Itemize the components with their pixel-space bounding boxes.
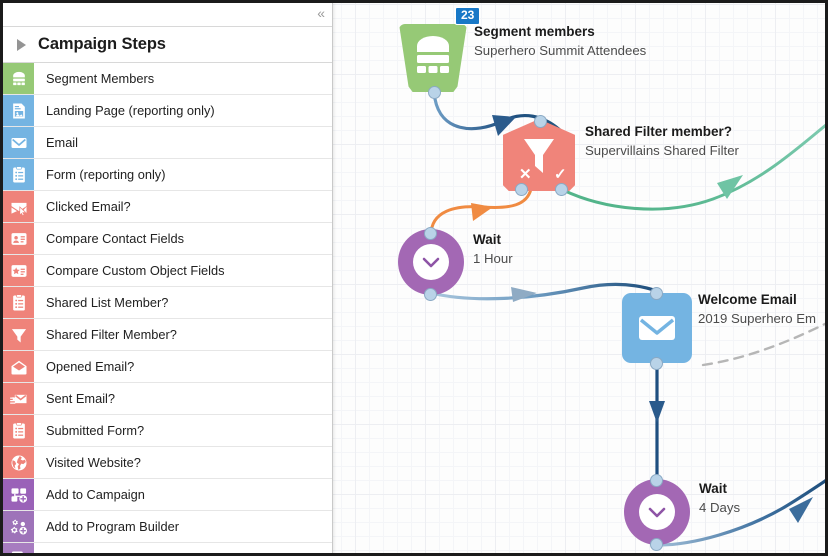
segment-count-badge: 23 — [455, 7, 481, 25]
campaign-designer-window: 23 Segment members Superhero Summit Atte… — [0, 0, 828, 556]
campaign-step-list: Segment Members Landing Page (reporting o… — [3, 63, 332, 553]
sidebar-item-label: Add to Shared List — [34, 551, 151, 553]
welcome-email-node-title: Welcome Email — [698, 292, 797, 307]
sidebar-item-label: Opened Email? — [46, 359, 135, 374]
wait1-node-inner — [413, 244, 449, 280]
wait1-node-title: Wait — [473, 232, 501, 247]
node-wait-4-days[interactable] — [624, 479, 690, 545]
sidebar-item-label: Compare Contact Fields — [46, 231, 184, 246]
sidebar-item-label: Landing Page (reporting only) — [46, 103, 215, 118]
sidebar-item-label: Visited Website? — [46, 455, 141, 470]
filter-no-port[interactable] — [515, 183, 528, 196]
sidebar-item-form-reporting-only[interactable]: Form (reporting only) — [3, 159, 332, 191]
sidebar-item-label: Submitted Form? — [46, 423, 145, 438]
welcome-email-output-port[interactable] — [650, 357, 663, 370]
clock-icon — [648, 507, 666, 518]
compare-custom-object-icon — [3, 255, 34, 286]
sidebar-item-label: Clicked Email? — [46, 199, 131, 214]
welcome-email-input-port[interactable] — [650, 287, 663, 300]
segment-icon — [3, 63, 34, 94]
sidebar-topbar: « — [3, 3, 332, 27]
clicked-email-icon — [3, 191, 34, 222]
sidebar-item-shared-list-member[interactable]: Shared List Member? — [3, 287, 332, 319]
sidebar-item-email[interactable]: Email — [3, 127, 332, 159]
sidebar-item-label: Form (reporting only) — [46, 167, 166, 182]
segment-icon — [417, 36, 449, 73]
welcome-email-node-label: Welcome Email 2019 Superhero Em — [698, 291, 816, 328]
wait1-node-label: Wait 1 Hour — [473, 231, 513, 268]
segment-node-shape[interactable] — [399, 24, 467, 92]
sidebar-item-sent-email[interactable]: Sent Email? — [3, 383, 332, 415]
wait2-output-port[interactable] — [650, 538, 663, 551]
campaign-steps-sidebar: « Campaign Steps Segment Members Landing … — [3, 3, 333, 553]
sidebar-item-visited-website[interactable]: Visited Website? — [3, 447, 332, 479]
sidebar-item-submitted-form[interactable]: Submitted Form? — [3, 415, 332, 447]
wait2-node-label: Wait 4 Days — [699, 480, 740, 517]
wait2-input-port[interactable] — [650, 474, 663, 487]
sidebar-item-compare-custom-object-fields[interactable]: Compare Custom Object Fields — [3, 255, 332, 287]
segment-node-subtitle: Superhero Summit Attendees — [474, 43, 647, 58]
sidebar-item-label: Shared Filter Member? — [46, 327, 177, 342]
node-segment-members[interactable] — [399, 24, 467, 92]
wait1-input-port[interactable] — [424, 227, 437, 240]
sidebar-item-label: Email — [46, 135, 78, 150]
add-to-program-icon — [3, 511, 34, 542]
sidebar-item-label: Add to Program Builder — [46, 519, 180, 534]
sidebar-item-label: Sent Email? — [46, 391, 115, 406]
globe-icon — [3, 447, 34, 478]
shared-filter-node-label: Shared Filter member? Supervillains Shar… — [585, 123, 739, 160]
filter-no-mark: ✕ — [519, 166, 532, 183]
compare-contact-icon — [3, 223, 34, 254]
welcome-email-node-shape[interactable] — [622, 293, 692, 363]
shared-list-icon — [3, 287, 34, 318]
email-icon — [3, 127, 34, 158]
node-shared-filter[interactable]: ✕ ✓ — [503, 119, 575, 191]
sidebar-item-add-to-shared-list[interactable]: Add to Shared List — [3, 543, 332, 553]
page-title: Campaign Steps — [38, 35, 166, 53]
sidebar-item-segment-members[interactable]: Segment Members — [3, 63, 332, 95]
sidebar-item-add-to-program-builder[interactable]: Add to Program Builder — [3, 511, 332, 543]
node-welcome-email[interactable] — [622, 293, 692, 363]
sidebar-item-shared-filter-member[interactable]: Shared Filter Member? — [3, 319, 332, 351]
sidebar-item-add-to-campaign[interactable]: Add to Campaign — [3, 479, 332, 511]
email-icon — [639, 316, 675, 340]
sidebar-item-compare-contact-fields[interactable]: Compare Contact Fields — [3, 223, 332, 255]
clock-icon — [422, 257, 440, 268]
shared-filter-node-subtitle: Supervillains Shared Filter — [585, 143, 739, 158]
filter-yes-mark: ✓ — [554, 166, 567, 183]
wait2-node-shape[interactable] — [624, 479, 690, 545]
wait2-node-subtitle: 4 Days — [699, 500, 741, 515]
sidebar-item-clicked-email[interactable]: Clicked Email? — [3, 191, 332, 223]
sidebar-item-label: Compare Custom Object Fields — [46, 263, 225, 278]
wait1-node-subtitle: 1 Hour — [473, 251, 513, 266]
segment-node-title: Segment members — [474, 24, 595, 39]
sidebar-item-landing-page-reporting-only[interactable]: Landing Page (reporting only) — [3, 95, 332, 127]
campaign-steps-header[interactable]: Campaign Steps — [3, 27, 332, 63]
sidebar-item-label: Add to Campaign — [46, 487, 145, 502]
filter-input-port[interactable] — [534, 115, 547, 128]
wait2-node-inner — [639, 494, 675, 530]
filter-yes-port[interactable] — [555, 183, 568, 196]
sidebar-item-label: Segment Members — [46, 71, 155, 86]
filter-icon — [3, 319, 34, 350]
add-to-campaign-icon — [3, 479, 34, 510]
shared-filter-node-title: Shared Filter member? — [585, 124, 733, 139]
welcome-email-node-subtitle: 2019 Superhero Em — [698, 311, 817, 326]
segment-output-port[interactable] — [428, 86, 441, 99]
form-icon — [3, 159, 34, 190]
expand-triangle-icon[interactable] — [17, 38, 26, 51]
landing-page-icon — [3, 95, 34, 126]
collapse-panel-icon[interactable]: « — [317, 5, 325, 21]
sent-email-icon — [3, 383, 34, 414]
wait2-node-title: Wait — [699, 481, 727, 496]
segment-node-label: Segment members Superhero Summit Attende… — [474, 23, 646, 60]
sidebar-item-label: Shared List Member? — [46, 295, 169, 310]
sidebar-item-opened-email[interactable]: Opened Email? — [3, 351, 332, 383]
add-to-shared-list-icon — [3, 543, 34, 553]
wait1-output-port[interactable] — [424, 288, 437, 301]
submitted-form-icon — [3, 415, 34, 446]
opened-email-icon — [3, 351, 34, 382]
